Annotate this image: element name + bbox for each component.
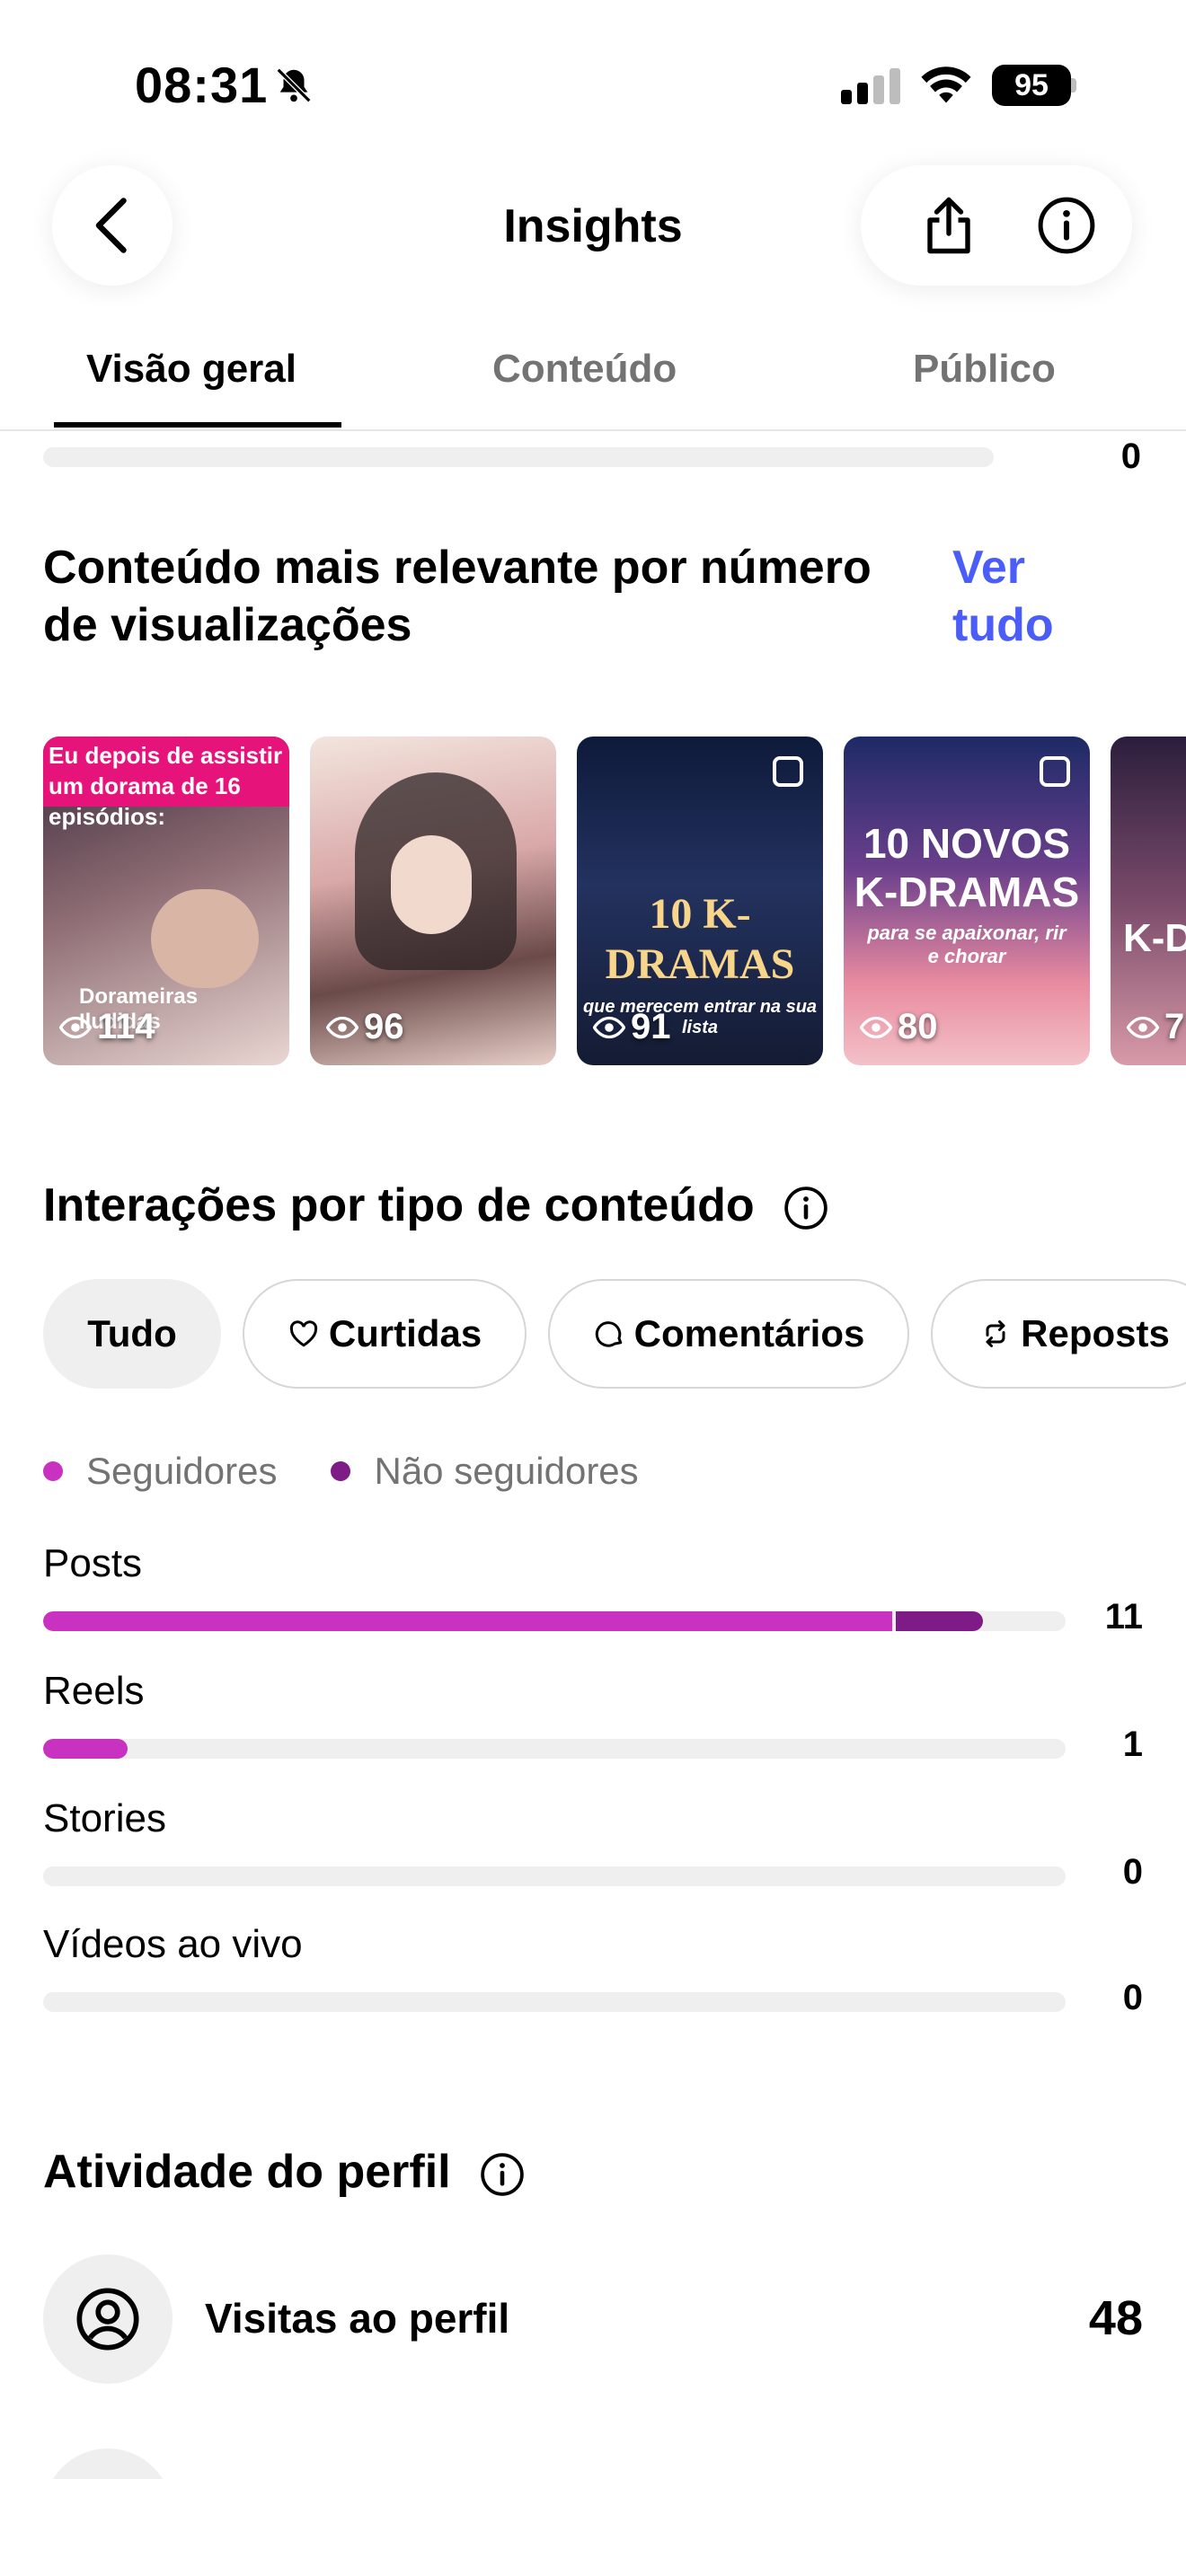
profile-activity-title-text: Atividade do perfil xyxy=(43,2146,451,2198)
content-thumbnail[interactable]: K-D 7 xyxy=(1111,737,1186,1065)
thumbnail-views: 114 xyxy=(59,1007,155,1047)
status-time: 08:31 xyxy=(135,57,269,113)
thumbnail-caption: Eu depois de assistir um dorama de 16 ep… xyxy=(49,742,283,830)
filter-chip-label: Curtidas xyxy=(328,1312,482,1354)
activity-value: 48 xyxy=(1088,2291,1143,2345)
legend-dot xyxy=(43,1461,63,1481)
thumbnail-caption: 10 NOVOS K-DRAMAS xyxy=(854,820,1080,915)
status-bar: 08:31 95 xyxy=(0,0,1186,162)
content-thumbnail[interactable]: 96 xyxy=(310,737,556,1065)
views-count: 114 xyxy=(97,1007,155,1046)
thumbnail-subtitle: para se apaixonar, rir e chorar xyxy=(867,922,1067,967)
battery-indicator: 95 xyxy=(992,65,1076,106)
content-thumbnail[interactable]: 10 NOVOS K-DRAMAS para se apaixonar, rir… xyxy=(844,737,1090,1065)
views-count: 96 xyxy=(364,1007,404,1046)
eye-icon xyxy=(860,1016,892,1038)
info-icon[interactable] xyxy=(480,2152,525,2197)
bar-row-reels: Reels 1 xyxy=(43,1669,1143,1786)
carousel-icon xyxy=(1040,756,1070,787)
top-content-carousel: Eu depois de assistir um dorama de 16 ep… xyxy=(43,737,1186,1067)
bell-off-icon xyxy=(276,67,312,103)
interaction-filter-chips: Tudo Curtidas Comentários Reposts xyxy=(43,1279,1186,1394)
user-circle-icon xyxy=(76,2288,139,2351)
activity-label: Visitas ao perfil xyxy=(205,2295,510,2342)
legend-item-followers: Seguidores xyxy=(43,1450,277,1493)
bar-value: 1 xyxy=(1122,1725,1143,1764)
legend-item-non-followers: Não seguidores xyxy=(331,1450,639,1493)
thumbnail-views: 91 xyxy=(593,1007,671,1047)
tab-overview[interactable]: Visão geral xyxy=(86,347,296,392)
tab-audience[interactable]: Público xyxy=(913,347,1056,392)
heart-icon xyxy=(289,1320,317,1347)
bar-track xyxy=(43,1866,1066,1886)
active-tab-indicator xyxy=(54,422,341,428)
info-icon[interactable] xyxy=(783,1186,828,1231)
views-count: 80 xyxy=(898,1007,938,1046)
thumbnail-views: 80 xyxy=(860,1007,938,1047)
thumbnail-caption: K-D xyxy=(1123,916,1186,960)
tab-content[interactable]: Conteúdo xyxy=(492,347,677,392)
eye-icon xyxy=(1127,1016,1159,1038)
previous-metric-bar xyxy=(43,447,994,467)
see-all-link[interactable]: Ver tudo xyxy=(952,539,1078,654)
bar-value: 0 xyxy=(1122,1852,1143,1892)
info-icon[interactable] xyxy=(1037,196,1096,255)
battery-level: 95 xyxy=(992,65,1071,106)
legend-label: Não seguidores xyxy=(374,1450,639,1492)
bar-value: 11 xyxy=(1104,1597,1143,1636)
filter-chip-all[interactable]: Tudo xyxy=(43,1279,221,1389)
top-content-title: Conteúdo mais relevante por número de vi… xyxy=(43,542,872,651)
bar-track xyxy=(43,1739,1066,1759)
legend-label: Seguidores xyxy=(86,1450,278,1492)
header: Insights xyxy=(0,162,1186,287)
eye-icon xyxy=(593,1016,625,1038)
legend-dot xyxy=(331,1461,351,1481)
previous-metric-value: 0 xyxy=(1120,437,1141,476)
chart-legend: Seguidores Não seguidores xyxy=(43,1450,639,1493)
views-count: 91 xyxy=(631,1007,671,1046)
views-count: 7 xyxy=(1164,1007,1185,1046)
bar-label: Reels xyxy=(43,1669,145,1713)
thumbnail-caption: 10 K-DRAMAS xyxy=(605,890,795,988)
bar-row-stories: Stories 0 xyxy=(43,1796,1143,1913)
eye-icon xyxy=(326,1016,358,1038)
bar-segment-followers xyxy=(43,1611,892,1631)
content-thumbnail[interactable]: 10 K-DRAMAS que merecem entrar na sua li… xyxy=(577,737,823,1065)
cellular-signal-icon xyxy=(841,68,900,104)
filter-chip-reposts[interactable]: Reposts xyxy=(931,1279,1186,1389)
profile-visits-row[interactable]: Visitas ao perfil 48 xyxy=(43,2254,1143,2384)
bar-track xyxy=(43,1992,1066,2012)
filter-chip-label: Tudo xyxy=(87,1312,177,1354)
tab-bar: Visão geral Conteúdo Público xyxy=(0,341,1186,431)
share-icon[interactable] xyxy=(916,192,981,259)
bar-value: 0 xyxy=(1122,1978,1143,2017)
bar-row-posts: Posts 11 xyxy=(43,1541,1143,1658)
wifi-icon xyxy=(921,66,971,103)
filter-chip-label: Reposts xyxy=(1021,1312,1170,1354)
filter-chip-label: Comentários xyxy=(633,1312,865,1354)
bar-label: Stories xyxy=(43,1796,166,1840)
profile-activity-title: Atividade do perfil xyxy=(43,2143,525,2201)
header-actions xyxy=(861,165,1132,286)
interactions-title-text: Interações por tipo de conteúdo xyxy=(43,1179,755,1231)
thumbnail-views: 96 xyxy=(326,1007,404,1047)
filter-chip-likes[interactable]: Curtidas xyxy=(243,1279,527,1389)
thumbnail-views: 7 xyxy=(1127,1007,1184,1047)
bar-segment-non-followers xyxy=(896,1611,983,1631)
repost-icon xyxy=(986,1320,1005,1347)
bar-segment-followers xyxy=(43,1739,128,1759)
interactions-title: Interações por tipo de conteúdo xyxy=(43,1177,828,1234)
content-thumbnail[interactable]: Eu depois de assistir um dorama de 16 ep… xyxy=(43,737,289,1065)
bar-label: Vídeos ao vivo xyxy=(43,1922,303,1966)
bottom-fade xyxy=(0,2479,1186,2576)
bar-label: Posts xyxy=(43,1541,143,1585)
filter-chip-comments[interactable]: Comentários xyxy=(548,1279,909,1389)
eye-icon xyxy=(59,1016,92,1038)
comment-icon xyxy=(595,1321,622,1347)
carousel-icon xyxy=(773,756,803,787)
activity-icon-wrap xyxy=(43,2254,173,2384)
bar-row-live-videos: Vídeos ao vivo 0 xyxy=(43,1922,1143,2039)
bar-track xyxy=(43,1611,1066,1631)
